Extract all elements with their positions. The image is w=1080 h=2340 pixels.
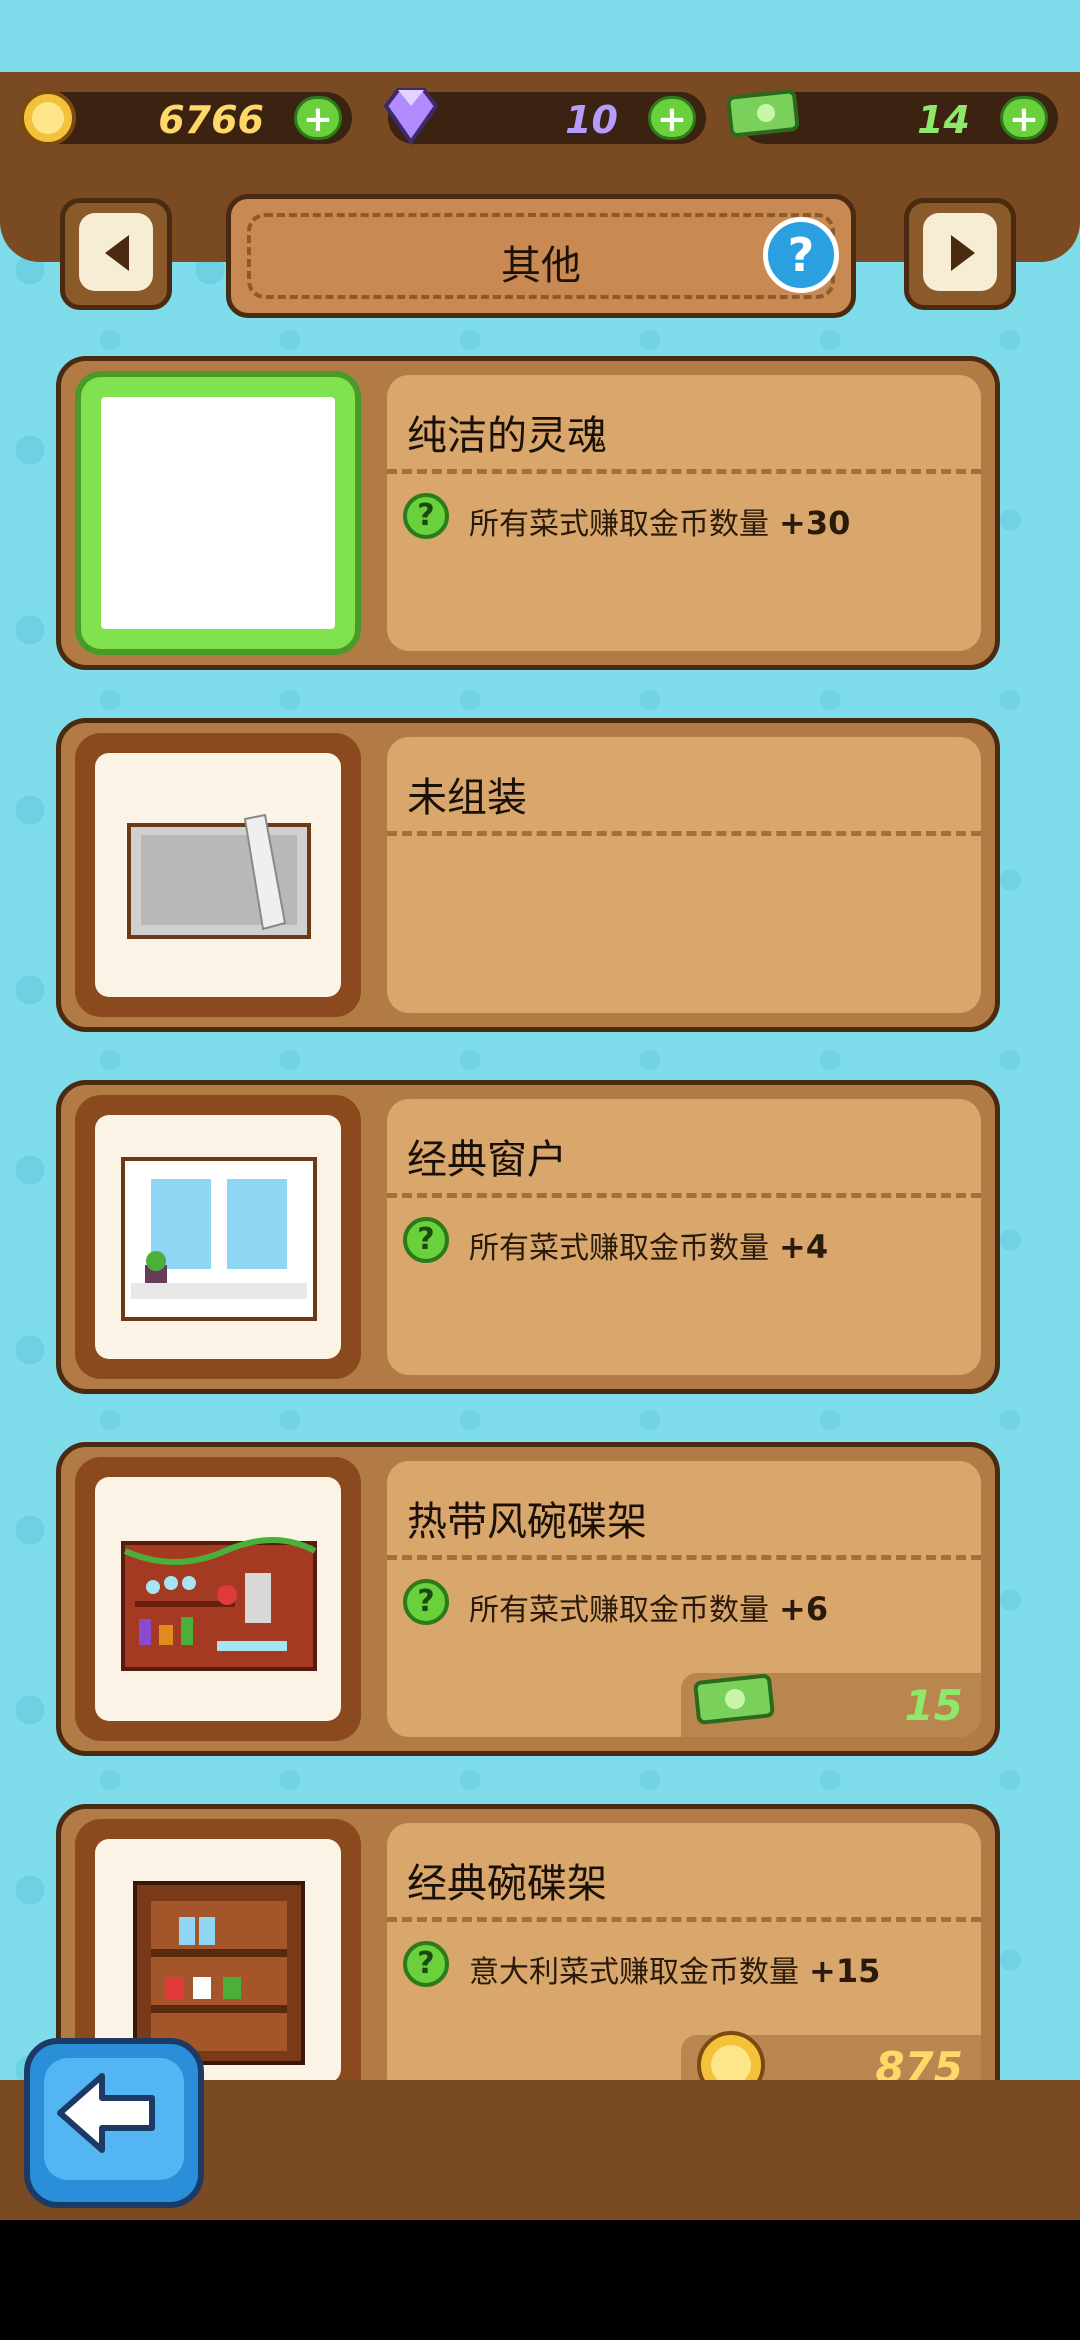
price-value: 15	[904, 1681, 963, 1730]
cash-value: 14	[917, 98, 970, 142]
item-thumbnail	[75, 1095, 361, 1379]
chevron-right-icon	[951, 235, 975, 271]
item-effect: 所有菜式赚取金币数量 +4	[469, 1228, 829, 1266]
item-card-classic-window[interactable]: 经典窗户 ? 所有菜式赚取金币数量 +4	[56, 1080, 1000, 1394]
coin-value: 6766	[158, 98, 264, 142]
item-card-tropical-dish-rack[interactable]: 热带风碗碟架 ? 所有菜式赚取金币数量 +6 15	[56, 1442, 1000, 1756]
back-arrow-icon	[57, 2073, 155, 2153]
item-name: 热带风碗碟架	[407, 1499, 647, 1545]
gem-counter: 10 +	[383, 88, 706, 146]
item-effect: 所有菜式赚取金币数量 +30	[469, 504, 851, 542]
add-coins-button[interactable]: +	[294, 96, 342, 140]
cash-icon	[693, 1673, 775, 1725]
item-thumbnail	[75, 371, 361, 655]
add-gems-button[interactable]: +	[648, 96, 696, 140]
item-effect: 所有菜式赚取金币数量 +6	[469, 1590, 829, 1628]
back-button[interactable]	[24, 2038, 204, 2208]
item-name: 经典窗户	[407, 1137, 567, 1183]
unassembled-window-icon	[127, 813, 311, 939]
gem-icon	[383, 88, 439, 146]
item-name: 纯洁的灵魂	[407, 413, 607, 459]
cash-counter: 14 +	[726, 89, 1058, 144]
add-cash-button[interactable]: +	[1000, 96, 1048, 140]
price-tag[interactable]: 15	[681, 1673, 981, 1737]
coin-counter: 6766 +	[20, 90, 352, 146]
item-thumbnail	[75, 733, 361, 1017]
item-card-pure-soul[interactable]: 纯洁的灵魂 ? 所有菜式赚取金币数量 +30	[56, 356, 1000, 670]
question-icon[interactable]: ?	[403, 493, 449, 539]
item-card-unassembled[interactable]: 未组装	[56, 718, 1000, 1032]
help-button[interactable]: ?	[763, 217, 839, 293]
item-thumbnail	[75, 1457, 361, 1741]
classic-window-icon	[121, 1157, 317, 1321]
chevron-left-icon	[105, 235, 129, 271]
coin-icon	[20, 90, 76, 146]
item-name: 经典碗碟架	[407, 1861, 607, 1907]
page-title: 其他	[501, 243, 581, 289]
tropical-dish-rack-icon	[121, 1537, 317, 1671]
prev-category-button[interactable]	[60, 198, 172, 310]
question-icon[interactable]: ?	[403, 1579, 449, 1625]
gem-value: 10	[565, 98, 618, 142]
cash-icon	[726, 89, 800, 138]
question-icon[interactable]: ?	[403, 1941, 449, 1987]
item-effect: 意大利菜式赚取金币数量 +15	[469, 1952, 881, 1990]
category-title-panel: 其他 ?	[226, 194, 856, 318]
question-icon[interactable]: ?	[403, 1217, 449, 1263]
next-category-button[interactable]	[904, 198, 1016, 310]
item-name: 未组装	[407, 775, 527, 821]
system-navigation-bar	[0, 2220, 1080, 2340]
